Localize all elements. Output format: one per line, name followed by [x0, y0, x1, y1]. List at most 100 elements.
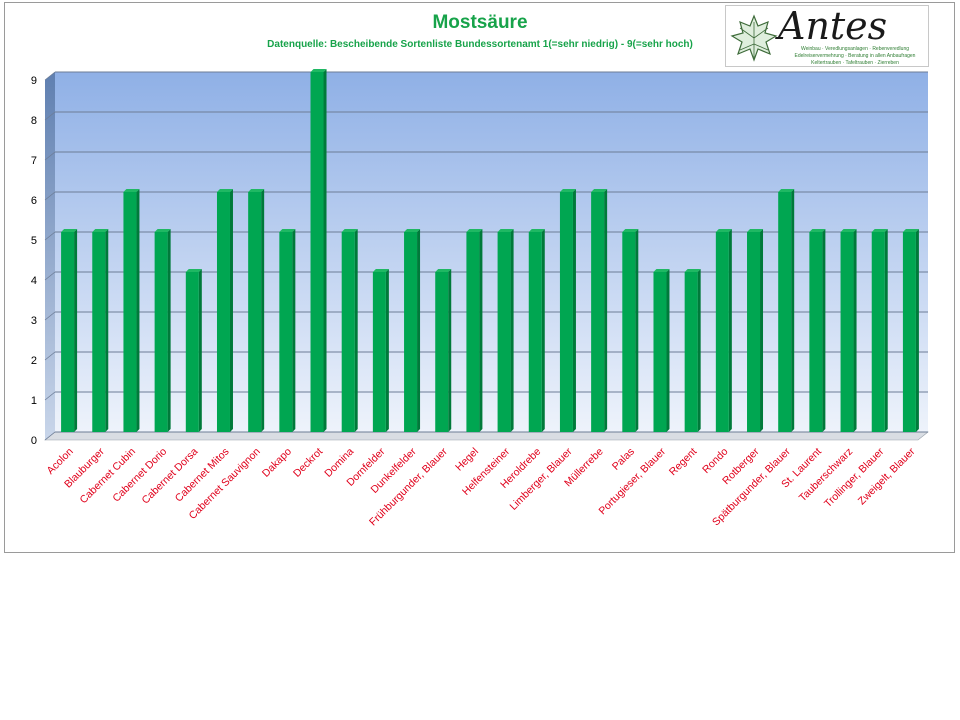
- bar-side: [136, 189, 140, 432]
- bar-front: [216, 192, 230, 432]
- bar-side: [884, 229, 888, 432]
- bar-front: [747, 232, 761, 432]
- bar: [684, 269, 701, 432]
- bar-side: [74, 229, 78, 432]
- bar-side: [791, 189, 795, 432]
- plot-area: [44, 72, 929, 441]
- bar-front: [372, 272, 386, 432]
- x-axis-labels: AcolonBlauburgerCabernet CubinCabernet D…: [45, 445, 918, 528]
- bar: [902, 229, 919, 432]
- x-category-label: Cabernet Dorio: [110, 446, 169, 505]
- bar: [279, 229, 296, 432]
- y-tick-label: 4: [31, 275, 37, 287]
- x-category-label: Cabernet Mitos: [173, 446, 232, 505]
- x-category-label: Palas: [610, 446, 637, 473]
- y-tick-label: 7: [31, 155, 37, 167]
- bar-front: [653, 272, 667, 432]
- bar: [809, 229, 826, 432]
- bar: [248, 189, 265, 432]
- y-tick-label: 3: [31, 315, 37, 327]
- bar-side: [697, 269, 701, 432]
- bar-front: [341, 232, 355, 432]
- bar-front: [310, 72, 324, 432]
- bar-front: [497, 232, 511, 432]
- x-category-label: Zweigelt, Blauer: [856, 445, 918, 507]
- bar: [622, 229, 639, 432]
- y-tick-label: 9: [31, 75, 37, 87]
- x-category-label: Deckrot: [291, 446, 325, 480]
- bar-front: [154, 232, 168, 432]
- bar-side: [292, 229, 296, 432]
- bar-side: [354, 229, 358, 432]
- bar: [310, 69, 327, 432]
- y-tick-label: 1: [31, 395, 37, 407]
- bar-side: [448, 269, 452, 432]
- bar-side: [261, 189, 265, 432]
- bar: [372, 269, 389, 432]
- bar-side: [635, 229, 639, 432]
- y-tick-label: 0: [31, 435, 37, 447]
- bar-side: [541, 229, 545, 432]
- bar-front: [61, 232, 75, 432]
- bar-side: [385, 269, 389, 432]
- bar-front: [559, 192, 573, 432]
- bar-side: [479, 229, 483, 432]
- bar: [185, 269, 202, 432]
- bar-front: [248, 192, 262, 432]
- bar: [216, 189, 233, 432]
- bar-side: [105, 229, 109, 432]
- bar: [559, 189, 576, 432]
- bar: [154, 229, 171, 432]
- bar-front: [528, 232, 542, 432]
- bar: [497, 229, 514, 432]
- bar-front: [123, 192, 137, 432]
- bar-front: [622, 232, 636, 432]
- bar-front: [902, 232, 916, 432]
- x-category-label: Hegel: [453, 446, 481, 474]
- bar: [747, 229, 764, 432]
- bar: [341, 229, 358, 432]
- bar: [591, 189, 608, 432]
- bar: [92, 229, 109, 432]
- plot-side-wall: [45, 72, 55, 440]
- y-tick-label: 8: [31, 115, 37, 127]
- bar-front: [466, 232, 480, 432]
- bar-front: [684, 272, 698, 432]
- bar-side: [510, 229, 514, 432]
- x-category-label: Regent: [667, 446, 699, 478]
- bar-side: [323, 69, 327, 432]
- bar-side: [666, 269, 670, 432]
- bar-front: [435, 272, 449, 432]
- bar-front: [778, 192, 792, 432]
- bar-front: [404, 232, 418, 432]
- bar-front: [279, 232, 293, 432]
- bar-side: [198, 269, 202, 432]
- bar-side: [229, 189, 233, 432]
- bar-front: [591, 192, 605, 432]
- bar-side: [853, 229, 857, 432]
- bar-front: [871, 232, 885, 432]
- y-tick-label: 5: [31, 235, 37, 247]
- bar-side: [915, 229, 919, 432]
- bar: [778, 189, 795, 432]
- x-category-label: Dakapo: [260, 446, 294, 480]
- bar-side: [760, 229, 764, 432]
- bar-side: [572, 189, 576, 432]
- bar-side: [822, 229, 826, 432]
- bar: [653, 269, 670, 432]
- bar: [466, 229, 483, 432]
- bar-side: [417, 229, 421, 432]
- x-category-label: Cabernet Cubin: [78, 446, 139, 507]
- bar: [871, 229, 888, 432]
- bar: [404, 229, 421, 432]
- bar-front: [840, 232, 854, 432]
- bar: [61, 229, 78, 432]
- bar-side: [604, 189, 608, 432]
- y-tick-label: 6: [31, 195, 37, 207]
- plot-floor: [44, 431, 929, 441]
- bar-front: [92, 232, 106, 432]
- bar: [715, 229, 732, 432]
- y-tick-label: 2: [31, 355, 37, 367]
- bar-chart: 0 1 2 3 4 5 6 7 8 9 AcolonBlauburgerCabernet Cubi…: [31, 69, 929, 528]
- bar-front: [809, 232, 823, 432]
